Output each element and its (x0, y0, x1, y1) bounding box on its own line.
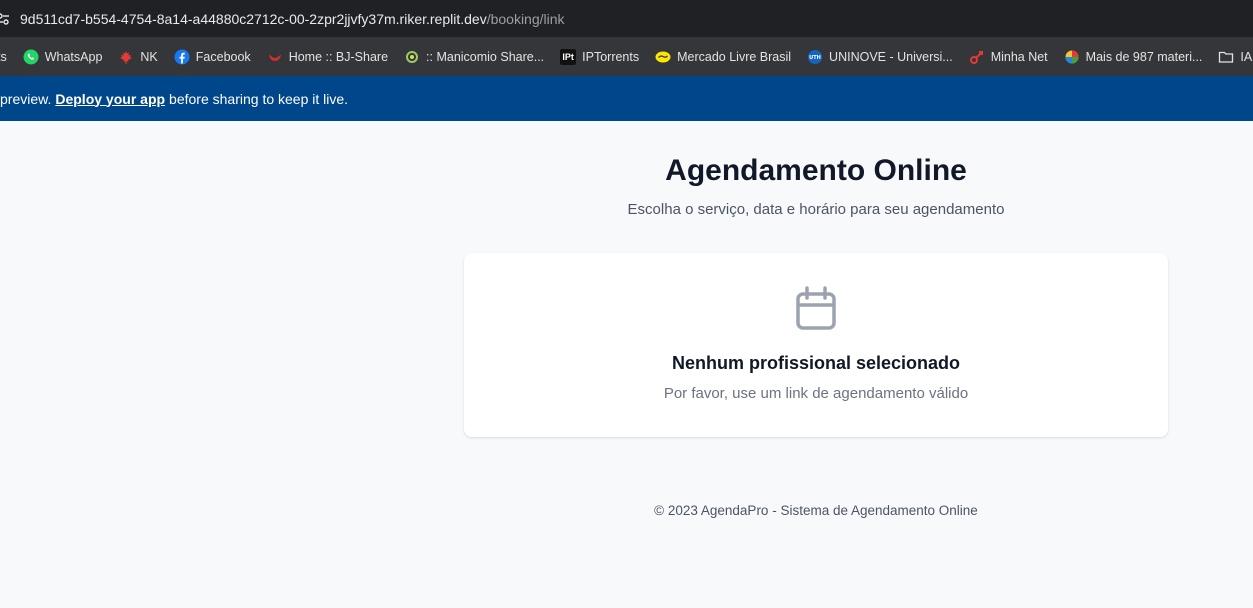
uninove-icon: UTH (807, 49, 823, 65)
whatsapp-icon (23, 49, 39, 65)
bookmark-label: NK (140, 49, 158, 64)
bookmarks-bar: ts WhatsApp NK Facebook Home :: BJ-Share… (0, 37, 1253, 76)
site-info-icon[interactable] (0, 12, 10, 26)
bookmark-label: ts (0, 49, 7, 64)
url-host: 9d511cd7-b554-4754-8a14-a44880c2712c-00-… (20, 10, 487, 27)
bookmark-mercado-livre[interactable]: Mercado Livre Brasil (647, 43, 799, 71)
bookmark-label: :: Manicomio Share... (426, 49, 545, 64)
calendar-icon (795, 286, 837, 332)
page-content: Agendamento Online Escolha o serviço, da… (0, 121, 1253, 608)
banner-text-after: before sharing to keep it live. (169, 90, 349, 107)
bookmark-manicomio[interactable]: :: Manicomio Share... (396, 43, 552, 71)
empty-state-title: Nenhum profissional selecionado (671, 353, 961, 373)
iptorrents-icon: IPt (560, 48, 577, 65)
mercado-livre-icon (655, 49, 671, 65)
url-path: /booking/link (486, 10, 565, 27)
bookmark-label: Facebook (195, 49, 251, 64)
facebook-icon (174, 49, 190, 65)
colorful-ball-icon (1064, 49, 1080, 65)
bookmark-label: Mais de 987 materi... (1085, 49, 1203, 64)
folder-icon (1218, 49, 1234, 65)
bookmark-folder-ia[interactable]: IA (1210, 43, 1253, 71)
bookmark-mais-materiais[interactable]: Mais de 987 materi... (1056, 43, 1211, 71)
deploy-app-link[interactable]: Deploy your app (55, 91, 165, 107)
page-subtitle: Escolha o serviço, data e horário para s… (627, 201, 1005, 218)
minha-net-icon (969, 49, 985, 65)
bookmark-facebook[interactable]: Facebook (166, 43, 259, 71)
bookmark-label: UNINOVE - Universi... (829, 49, 953, 64)
bookmark-label: IPTorrents (582, 49, 640, 64)
banner-text-before: preview. (0, 90, 52, 107)
bookmark-label: WhatsApp (44, 49, 103, 64)
bookmark-label: Home :: BJ-Share (288, 49, 389, 64)
page-title: Agendamento Online (665, 154, 967, 187)
svg-text:UTH: UTH (809, 55, 821, 61)
deploy-banner: preview. Deploy your app before sharing … (0, 76, 1253, 121)
bj-share-icon (267, 49, 283, 65)
bookmark-bj-share[interactable]: Home :: BJ-Share (259, 43, 396, 71)
bookmark-truncated[interactable]: ts (0, 43, 15, 71)
bookmark-label: IA (1240, 49, 1253, 64)
footer-copyright: © 2023 AgendaPro - Sistema de Agendament… (654, 503, 978, 518)
maple-leaf-icon (118, 49, 134, 65)
bookmark-label: Minha Net (990, 49, 1048, 64)
bookmark-minha-net[interactable]: Minha Net (961, 43, 1056, 71)
empty-state-card: Nenhum profissional selecionado Por favo… (464, 253, 1168, 437)
bookmark-nk[interactable]: NK (110, 43, 165, 71)
bookmark-uninove[interactable]: UTH UNINOVE - Universi... (799, 43, 961, 71)
bookmark-label: Mercado Livre Brasil (677, 49, 792, 64)
bookmark-whatsapp[interactable]: WhatsApp (15, 43, 111, 71)
bookmark-iptorrents[interactable]: IPt IPTorrents (552, 43, 647, 71)
manicomio-icon (404, 49, 420, 65)
empty-state-message: Por favor, use um link de agendamento vá… (663, 385, 969, 402)
address-bar[interactable]: 9d511cd7-b554-4754-8a14-a44880c2712c-00-… (0, 0, 1253, 37)
